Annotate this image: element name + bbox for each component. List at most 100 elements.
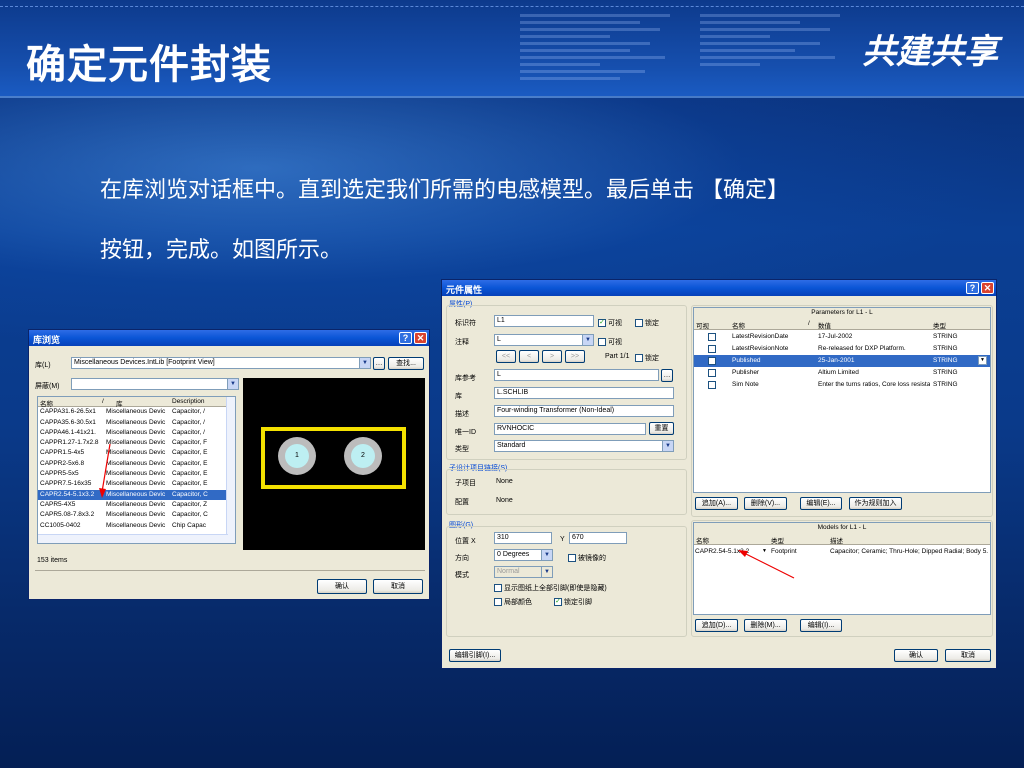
cancel-button[interactable]: 取消 (373, 579, 423, 594)
table-row[interactable]: LatestRevisionDate 17-Jul-2002 STRING (694, 331, 990, 343)
chevron-down-icon[interactable]: ▼ (359, 358, 370, 368)
col-header-desc[interactable]: Description (172, 398, 205, 405)
list-item[interactable]: CAPPA46.1-41x21. Miscellaneous Devic Capac… (38, 428, 235, 438)
col-model-name[interactable]: 名称 (696, 535, 709, 545)
next-part-button[interactable]: > (542, 350, 562, 363)
checkbox-icon[interactable] (635, 354, 643, 363)
designator-input[interactable]: L1 (494, 315, 594, 327)
col-name[interactable]: 名称 (732, 320, 745, 330)
prev-part-button[interactable]: < (519, 350, 539, 363)
vertical-scrollbar[interactable] (226, 397, 235, 543)
checkbox-icon[interactable] (708, 333, 718, 341)
add-parameter-button[interactable]: 追加(A)... (695, 497, 738, 510)
horizontal-scrollbar[interactable] (38, 534, 228, 543)
checkbox-checked-icon[interactable]: ✓ (598, 319, 606, 328)
checkbox-icon[interactable] (494, 584, 502, 593)
help-icon[interactable]: ? (966, 282, 979, 294)
list-item[interactable]: CC1005-0402 Miscellaneous Devic Chip Capac (38, 521, 235, 531)
edit-pins-button[interactable]: 编辑引脚(I)... (449, 649, 501, 662)
position-x-input[interactable]: 310 (494, 532, 552, 544)
table-row[interactable]: Sim Note Enter the turns ratios, Core los… (694, 379, 990, 391)
mirrored-checkbox[interactable]: 被镜像的 (568, 553, 606, 563)
checkbox-icon[interactable] (568, 554, 576, 563)
chevron-down-icon[interactable]: ▼ (582, 335, 593, 345)
checkbox-icon[interactable] (494, 598, 502, 607)
col-sort[interactable]: / (808, 320, 810, 327)
col-header-sort[interactable]: / (102, 398, 104, 405)
mode-select[interactable]: Normal ▼ (494, 566, 553, 578)
list-item-name: CAPPA46.1-41x21. (40, 428, 96, 436)
col-value[interactable]: 数值 (818, 320, 831, 330)
help-icon[interactable]: ? (399, 332, 412, 344)
lock-pins-checkbox[interactable]: ✓ 锁定引脚 (554, 597, 592, 607)
list-item[interactable]: CAPR5.08-7.8x3.2 Miscellaneous Devic Capac… (38, 510, 235, 520)
ok-button[interactable]: 确认 (894, 649, 938, 662)
checkbox-icon[interactable] (708, 357, 718, 365)
show-all-pins-checkbox[interactable]: 显示图纸上全部引脚(即使是隐藏) (494, 583, 607, 593)
cancel-button[interactable]: 取消 (945, 649, 991, 662)
list-item[interactable]: CAPPR2-5x6.8 Miscellaneous Devic Capacitor… (38, 459, 235, 469)
find-button[interactable]: 查找... (388, 357, 424, 370)
col-type[interactable]: 类型 (933, 320, 946, 330)
list-item[interactable]: CAPPA31.6-26.5x1 Miscellaneous Devic Capac… (38, 407, 235, 417)
list-item[interactable]: CAPPR1.5-4x5 Miscellaneous Devic Capacitor… (38, 448, 235, 458)
libref-browse-button[interactable]: … (661, 369, 673, 382)
delete-parameter-button[interactable]: 删除(V)... (744, 497, 787, 510)
chevron-down-icon[interactable]: ▼ (978, 356, 987, 365)
component-list[interactable]: 名称 / 库 Description CAPPA31.6-26.5x1 Misce… (37, 396, 236, 544)
first-part-button[interactable]: << (496, 350, 516, 363)
orientation-select[interactable]: 0 Degrees ▼ (494, 549, 553, 561)
edit-parameter-button[interactable]: 编辑(E)... (800, 497, 842, 510)
position-y-input[interactable]: 670 (569, 532, 627, 544)
library-input[interactable]: L.SCHLIB (494, 387, 674, 399)
chevron-down-icon[interactable]: ▼ (541, 550, 552, 560)
checkbox-icon[interactable] (598, 338, 606, 347)
checkbox-icon[interactable] (708, 381, 718, 389)
ok-button[interactable]: 确认 (317, 579, 367, 594)
part-locked-checkbox[interactable]: 锁定 (635, 353, 659, 363)
chevron-down-icon[interactable]: ▼ (541, 567, 552, 577)
chevron-down-icon[interactable]: ▼ (227, 379, 238, 389)
designator-locked-checkbox[interactable]: 锁定 (635, 318, 659, 328)
parameter-value: 17-Jul-2002 (818, 333, 853, 340)
list-item[interactable]: CAPPR5-5x5 Miscellaneous Devic Capacitor, … (38, 469, 235, 479)
list-item-description: Capacitor, E (172, 480, 208, 488)
parameters-grid[interactable]: Parameters for L1 - L 可视 名称 / 数值 类型 Late… (693, 307, 991, 493)
designator-visible-checkbox[interactable]: ✓ 可视 (598, 318, 622, 328)
list-item[interactable]: CAPR5-4X5 Miscellaneous Devic Capacitor, Z (38, 500, 235, 510)
col-model-desc[interactable]: 描述 (830, 535, 843, 545)
list-item[interactable]: CAPPA35.6-30.5x1 Miscellaneous Devic Capac… (38, 418, 235, 428)
close-icon[interactable]: ✕ (981, 282, 994, 294)
table-row[interactable]: Published 25-Jan-2001 STRING ▼ (694, 355, 990, 367)
delete-model-button[interactable]: 删除(M)... (744, 619, 787, 632)
description-input[interactable]: Four-winding Transformer (Non-Ideal) (494, 405, 674, 417)
checkbox-icon[interactable] (635, 319, 643, 328)
last-part-button[interactable]: >> (565, 350, 585, 363)
local-colors-checkbox[interactable]: 局部颜色 (494, 597, 532, 607)
add-as-rule-button[interactable]: 作为规则加入 (849, 497, 902, 510)
checkbox-checked-icon[interactable]: ✓ (554, 598, 562, 607)
list-item[interactable]: CAPPR1.27-1.7x2.8 Miscellaneous Devic Capa… (38, 438, 235, 448)
table-row[interactable]: LatestRevisionNote Re-released for DXP Pl… (694, 343, 990, 355)
mask-input[interactable]: ▼ (71, 378, 239, 390)
close-icon[interactable]: ✕ (414, 332, 427, 344)
add-model-button[interactable]: 追加(D)... (695, 619, 738, 632)
header-decoration-right (700, 10, 850, 130)
type-select[interactable]: Standard ▼ (494, 440, 674, 452)
comment-visible-checkbox[interactable]: 可视 (598, 337, 622, 347)
table-row[interactable]: Publisher Altium Limited STRING (694, 367, 990, 379)
col-visible[interactable]: 可视 (696, 320, 709, 330)
reset-button[interactable]: 重置 (649, 422, 674, 435)
checkbox-icon[interactable] (708, 369, 718, 377)
list-item[interactable]: CAPPR7.5-16x35 Miscellaneous Devic Capacit… (38, 479, 235, 489)
col-model-type[interactable]: 类型 (771, 535, 784, 545)
edit-model-button[interactable]: 编辑(I)... (800, 619, 842, 632)
library-select[interactable]: Miscellaneous Devices.IntLib [Footprint … (71, 357, 371, 369)
list-item[interactable]: CAPR2.54-5.1x3.2 Miscellaneous Devic Capac… (38, 489, 235, 500)
comment-select[interactable]: L ▼ (494, 334, 594, 346)
libref-input[interactable]: L (494, 369, 659, 381)
unique-id-input[interactable]: RVNHOCIC (494, 423, 646, 435)
more-button[interactable]: … (373, 357, 385, 370)
checkbox-icon[interactable] (708, 345, 718, 353)
chevron-down-icon[interactable]: ▼ (662, 441, 673, 451)
